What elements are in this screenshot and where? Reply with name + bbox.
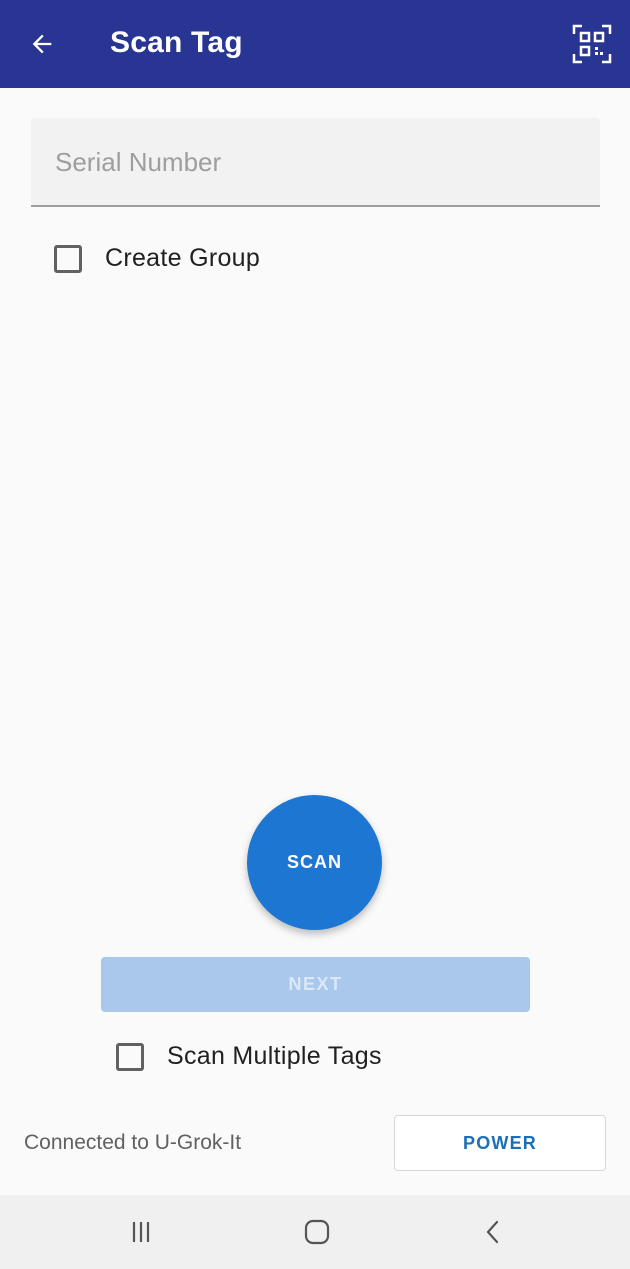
- home-button[interactable]: [295, 1212, 339, 1252]
- nav-back-button[interactable]: [471, 1212, 515, 1252]
- create-group-checkbox-row[interactable]: Create Group: [54, 244, 260, 273]
- app-bar: Scan Tag: [0, 0, 630, 88]
- next-button[interactable]: NEXT: [101, 957, 530, 1012]
- create-group-checkbox[interactable]: [54, 244, 82, 273]
- connection-status: Connected to U-Grok-It: [24, 1131, 242, 1154]
- back-button[interactable]: [22, 24, 62, 64]
- qr-code-scan-icon: [572, 24, 612, 64]
- serial-number-field[interactable]: [31, 118, 600, 207]
- scan-multiple-checkbox-row[interactable]: Scan Multiple Tags: [116, 1042, 382, 1071]
- serial-number-input[interactable]: [55, 140, 575, 184]
- home-icon: [304, 1219, 330, 1245]
- scan-multiple-checkbox[interactable]: [116, 1042, 144, 1071]
- recents-icon: [132, 1222, 150, 1242]
- scan-multiple-label: Scan Multiple Tags: [167, 1042, 382, 1070]
- scan-button[interactable]: SCAN: [247, 795, 382, 930]
- page-title: Scan Tag: [110, 26, 243, 59]
- create-group-label: Create Group: [105, 244, 261, 272]
- qr-scan-button[interactable]: [570, 24, 614, 64]
- power-button[interactable]: POWER: [394, 1115, 606, 1171]
- nav-back-icon: [486, 1220, 499, 1244]
- recents-button[interactable]: [119, 1212, 163, 1252]
- system-nav-bar: [0, 1195, 630, 1269]
- arrow-left-icon: [32, 34, 52, 54]
